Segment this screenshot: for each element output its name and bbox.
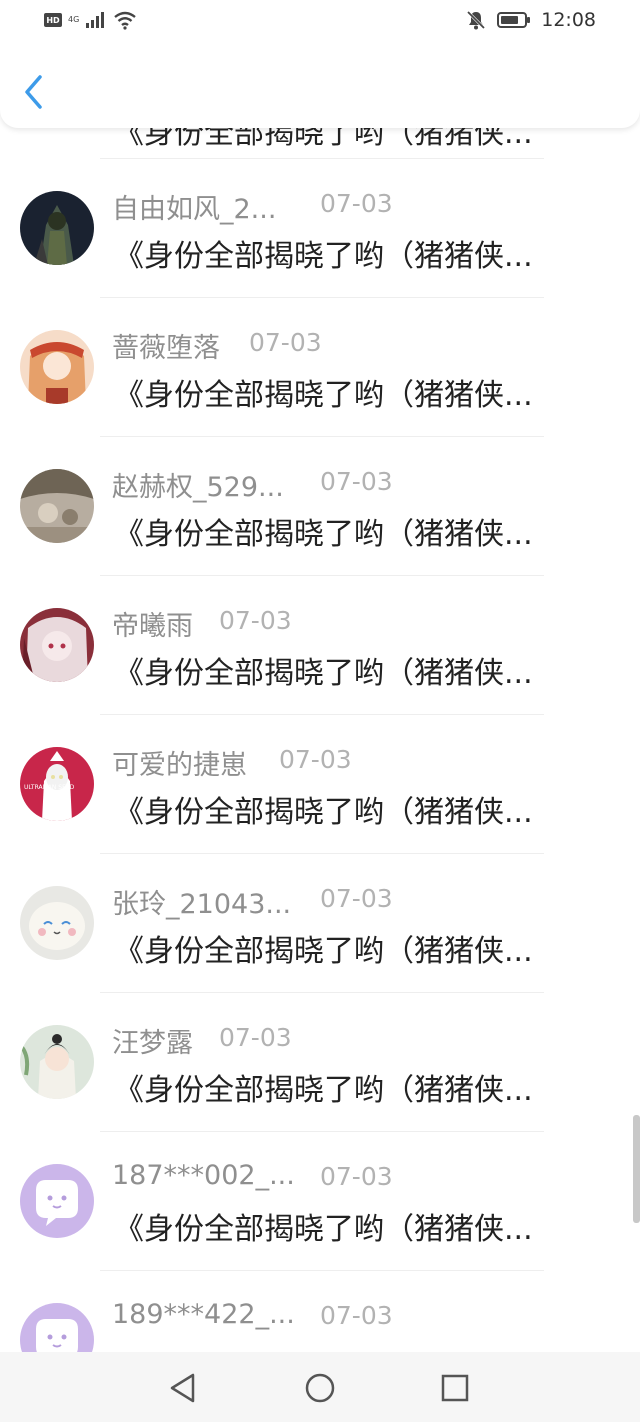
avatar[interactable]: [20, 469, 94, 543]
date: 07-03: [249, 328, 322, 357]
date: 07-03: [279, 745, 352, 774]
username: 187***002_...: [112, 1160, 295, 1191]
signal-icon: [86, 12, 105, 28]
nav-recents-button[interactable]: [437, 1370, 473, 1406]
username: 赵赫权_529...: [112, 472, 284, 503]
home-circle-icon: [305, 1373, 335, 1403]
avatar[interactable]: [20, 330, 94, 404]
date: 07-03: [320, 467, 393, 496]
list-item[interactable]: 187***002_... 07-03 《身份全部揭晓了哟（猪猪侠...: [0, 1132, 640, 1271]
date: 07-03: [219, 606, 292, 635]
list-item[interactable]: 汪梦露 07-03 《身份全部揭晓了哟（猪猪侠...: [0, 993, 640, 1132]
avatar[interactable]: [20, 608, 94, 682]
username: 189***422_...: [112, 1299, 295, 1330]
nav-home-button[interactable]: [302, 1370, 338, 1406]
date: 07-03: [320, 1162, 393, 1191]
wifi-icon: [114, 11, 137, 30]
nav-back-button[interactable]: [165, 1370, 201, 1406]
message-preview: 《身份全部揭晓了哟（猪猪侠...: [114, 239, 533, 274]
list-item[interactable]: 帝曦雨 07-03 《身份全部揭晓了哟（猪猪侠...: [0, 576, 640, 715]
message-list[interactable]: 《身份全部揭晓了哟（猪猪侠... 自由如风_2... 07-03 《身份全部揭晓…: [0, 0, 640, 1352]
back-triangle-icon: [170, 1373, 195, 1403]
hd-badge: HD: [44, 13, 62, 27]
message-preview: 《身份全部揭晓了哟（猪猪侠...: [114, 1212, 533, 1247]
system-nav-bar: [0, 1352, 640, 1422]
message-preview: 《身份全部揭晓了哟（猪猪侠...: [114, 378, 533, 413]
username: 蔷薇堕落: [112, 333, 220, 364]
message-preview: 《身份全部揭晓了哟（猪猪侠...: [114, 1343, 594, 1352]
avatar[interactable]: [20, 1025, 94, 1099]
message-preview: 《身份全部揭晓了哟（猪猪侠...: [114, 795, 533, 830]
status-bar: HD 4G 12:08: [0, 0, 640, 44]
clock: 12:08: [541, 9, 596, 31]
avatar[interactable]: ULTRAMAN SEED: [20, 747, 94, 821]
avatar[interactable]: [20, 191, 94, 265]
username: 帝曦雨: [112, 611, 193, 642]
back-button[interactable]: [20, 72, 50, 112]
username: 张玲_21043...: [112, 889, 292, 920]
message-preview: 《身份全部揭晓了哟（猪猪侠...: [114, 1073, 533, 1108]
username: 可爱的捷崽: [112, 750, 247, 781]
avatar[interactable]: [20, 1164, 94, 1238]
username: 自由如风_2...: [112, 194, 277, 225]
list-item[interactable]: 蔷薇堕落 07-03 《身份全部揭晓了哟（猪猪侠...: [0, 298, 640, 437]
date: 07-03: [320, 884, 393, 913]
date: 07-03: [320, 1301, 393, 1330]
avatar[interactable]: [20, 1303, 94, 1352]
network-type: 4G: [68, 15, 80, 24]
avatar-badge-text: ULTRAMAN SEED: [24, 784, 75, 791]
list-item[interactable]: 赵赫权_529... 07-03 《身份全部揭晓了哟（猪猪侠...: [0, 437, 640, 576]
list-item[interactable]: 189***422_... 07-03 《身份全部揭晓了哟（猪猪侠...: [0, 1271, 640, 1352]
recents-square-icon: [441, 1374, 469, 1402]
list-item[interactable]: 张玲_21043... 07-03 《身份全部揭晓了哟（猪猪侠...: [0, 854, 640, 993]
message-preview: 《身份全部揭晓了哟（猪猪侠...: [114, 656, 533, 691]
battery-icon: [497, 12, 531, 28]
header-bar: [0, 44, 640, 128]
avatar[interactable]: [20, 886, 94, 960]
date: 07-03: [219, 1023, 292, 1052]
mute-bell-icon: [467, 10, 486, 30]
scrollbar[interactable]: [633, 1115, 640, 1223]
chevron-left-icon: [25, 75, 42, 109]
date: 07-03: [320, 189, 393, 218]
message-preview: 《身份全部揭晓了哟（猪猪侠...: [114, 934, 533, 969]
list-item[interactable]: 自由如风_2... 07-03 《身份全部揭晓了哟（猪猪侠...: [0, 159, 640, 298]
list-item[interactable]: ULTRAMAN SEED 可爱的捷崽 07-03 《身份全部揭晓了哟（猪猪侠.…: [0, 715, 640, 854]
message-preview: 《身份全部揭晓了哟（猪猪侠...: [114, 517, 533, 552]
status-right: 12:08: [465, 9, 596, 31]
status-left: HD 4G: [44, 10, 137, 30]
username: 汪梦露: [112, 1028, 193, 1059]
